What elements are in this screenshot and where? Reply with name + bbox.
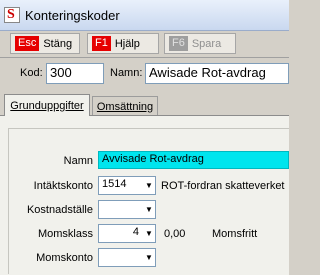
kod-label: Kod:	[20, 67, 43, 79]
momsklass-value: 4	[132, 226, 139, 238]
intaktskonto-description: ROT-fordran skatteverket	[161, 180, 285, 192]
chevron-down-icon[interactable]: ▼	[144, 251, 154, 263]
tab-grunduppgifter[interactable]: Grunduppgifter	[4, 94, 90, 116]
panel-divider	[8, 128, 289, 129]
save-button[interactable]: F6 Spara	[164, 33, 236, 54]
intaktskonto-label: Intäktskonto	[33, 180, 93, 192]
intaktskonto-value: 1514	[102, 178, 127, 190]
window-title: Konteringskoder	[25, 8, 120, 23]
tab-grunduppgifter-label: Grunduppgifter	[10, 99, 84, 112]
momsklass-select[interactable]: 4 ▼	[98, 224, 156, 243]
app-icon: S	[4, 7, 20, 23]
help-label: Hjälp	[114, 37, 140, 50]
kod-input[interactable]: 300	[46, 63, 104, 84]
chevron-down-icon[interactable]: ▼	[144, 227, 154, 239]
tab-omsattning[interactable]: Omsättning	[92, 96, 158, 116]
namn-input[interactable]: Awisade Rot-avdrag	[145, 63, 289, 84]
chevron-down-icon[interactable]: ▼	[144, 179, 154, 191]
form-namn-input[interactable]: Avvisade Rot-avdrag	[98, 151, 289, 169]
momskonto-select[interactable]: ▼	[98, 248, 156, 267]
panel-divider-vertical	[8, 128, 9, 274]
form-namn-label: Namn	[63, 155, 93, 167]
momsklass-description: Momsfritt	[212, 228, 258, 240]
close-label: Stäng	[43, 37, 73, 50]
save-label: Spara	[191, 37, 222, 50]
momsklass-label: Momsklass	[37, 228, 93, 240]
help-button[interactable]: F1 Hjälp	[87, 33, 159, 54]
kostnadstalle-select[interactable]: ▼	[98, 200, 156, 219]
tab-omsattning-label: Omsättning	[96, 100, 154, 113]
close-button[interactable]: Esc Stäng	[10, 33, 80, 54]
intaktskonto-select[interactable]: 1514 ▼	[98, 176, 156, 195]
namn-label: Namn:	[110, 67, 143, 79]
chevron-down-icon[interactable]: ▼	[144, 203, 154, 215]
f6-key-badge: F6	[169, 36, 188, 51]
momskonto-label: Momskonto	[36, 252, 93, 264]
momsklass-rate: 0,00	[164, 228, 186, 240]
esc-key-badge: Esc	[15, 36, 40, 51]
f1-key-badge: F1	[92, 36, 111, 51]
kostnadstalle-label: Kostnadställe	[26, 204, 93, 216]
